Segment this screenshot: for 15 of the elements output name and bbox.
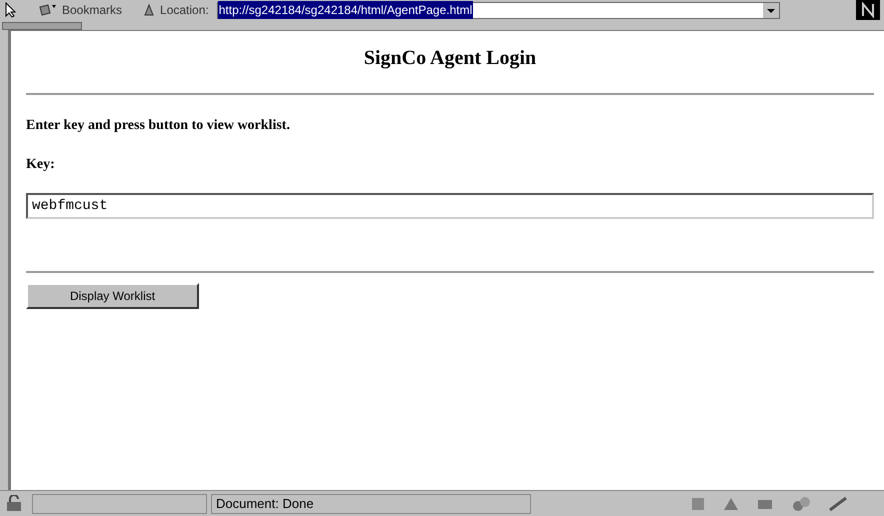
dropdown-icon[interactable] xyxy=(762,2,779,18)
instruction-text: Enter key and press button to view worklist. xyxy=(26,117,291,135)
browser-logo xyxy=(856,0,880,20)
pointer-icon[interactable] xyxy=(4,2,18,18)
display-worklist-button[interactable]: Display Worklist xyxy=(26,283,199,309)
status-message: Document: Done xyxy=(216,494,314,513)
location-label: Location: xyxy=(160,2,209,19)
key-field[interactable]: webfmcust xyxy=(26,193,874,219)
location-icon xyxy=(142,3,156,17)
page-title: SignCo Agent Login xyxy=(362,46,538,71)
location-field[interactable]: http://sg242184/sg242184/html/AgentPage.html xyxy=(216,2,780,18)
key-label: Key: xyxy=(26,156,56,174)
bookmarks-button[interactable]: Bookmarks xyxy=(62,1,122,19)
tab-strip-handle[interactable] xyxy=(2,22,82,30)
bookmarks-icon[interactable] xyxy=(38,3,58,17)
